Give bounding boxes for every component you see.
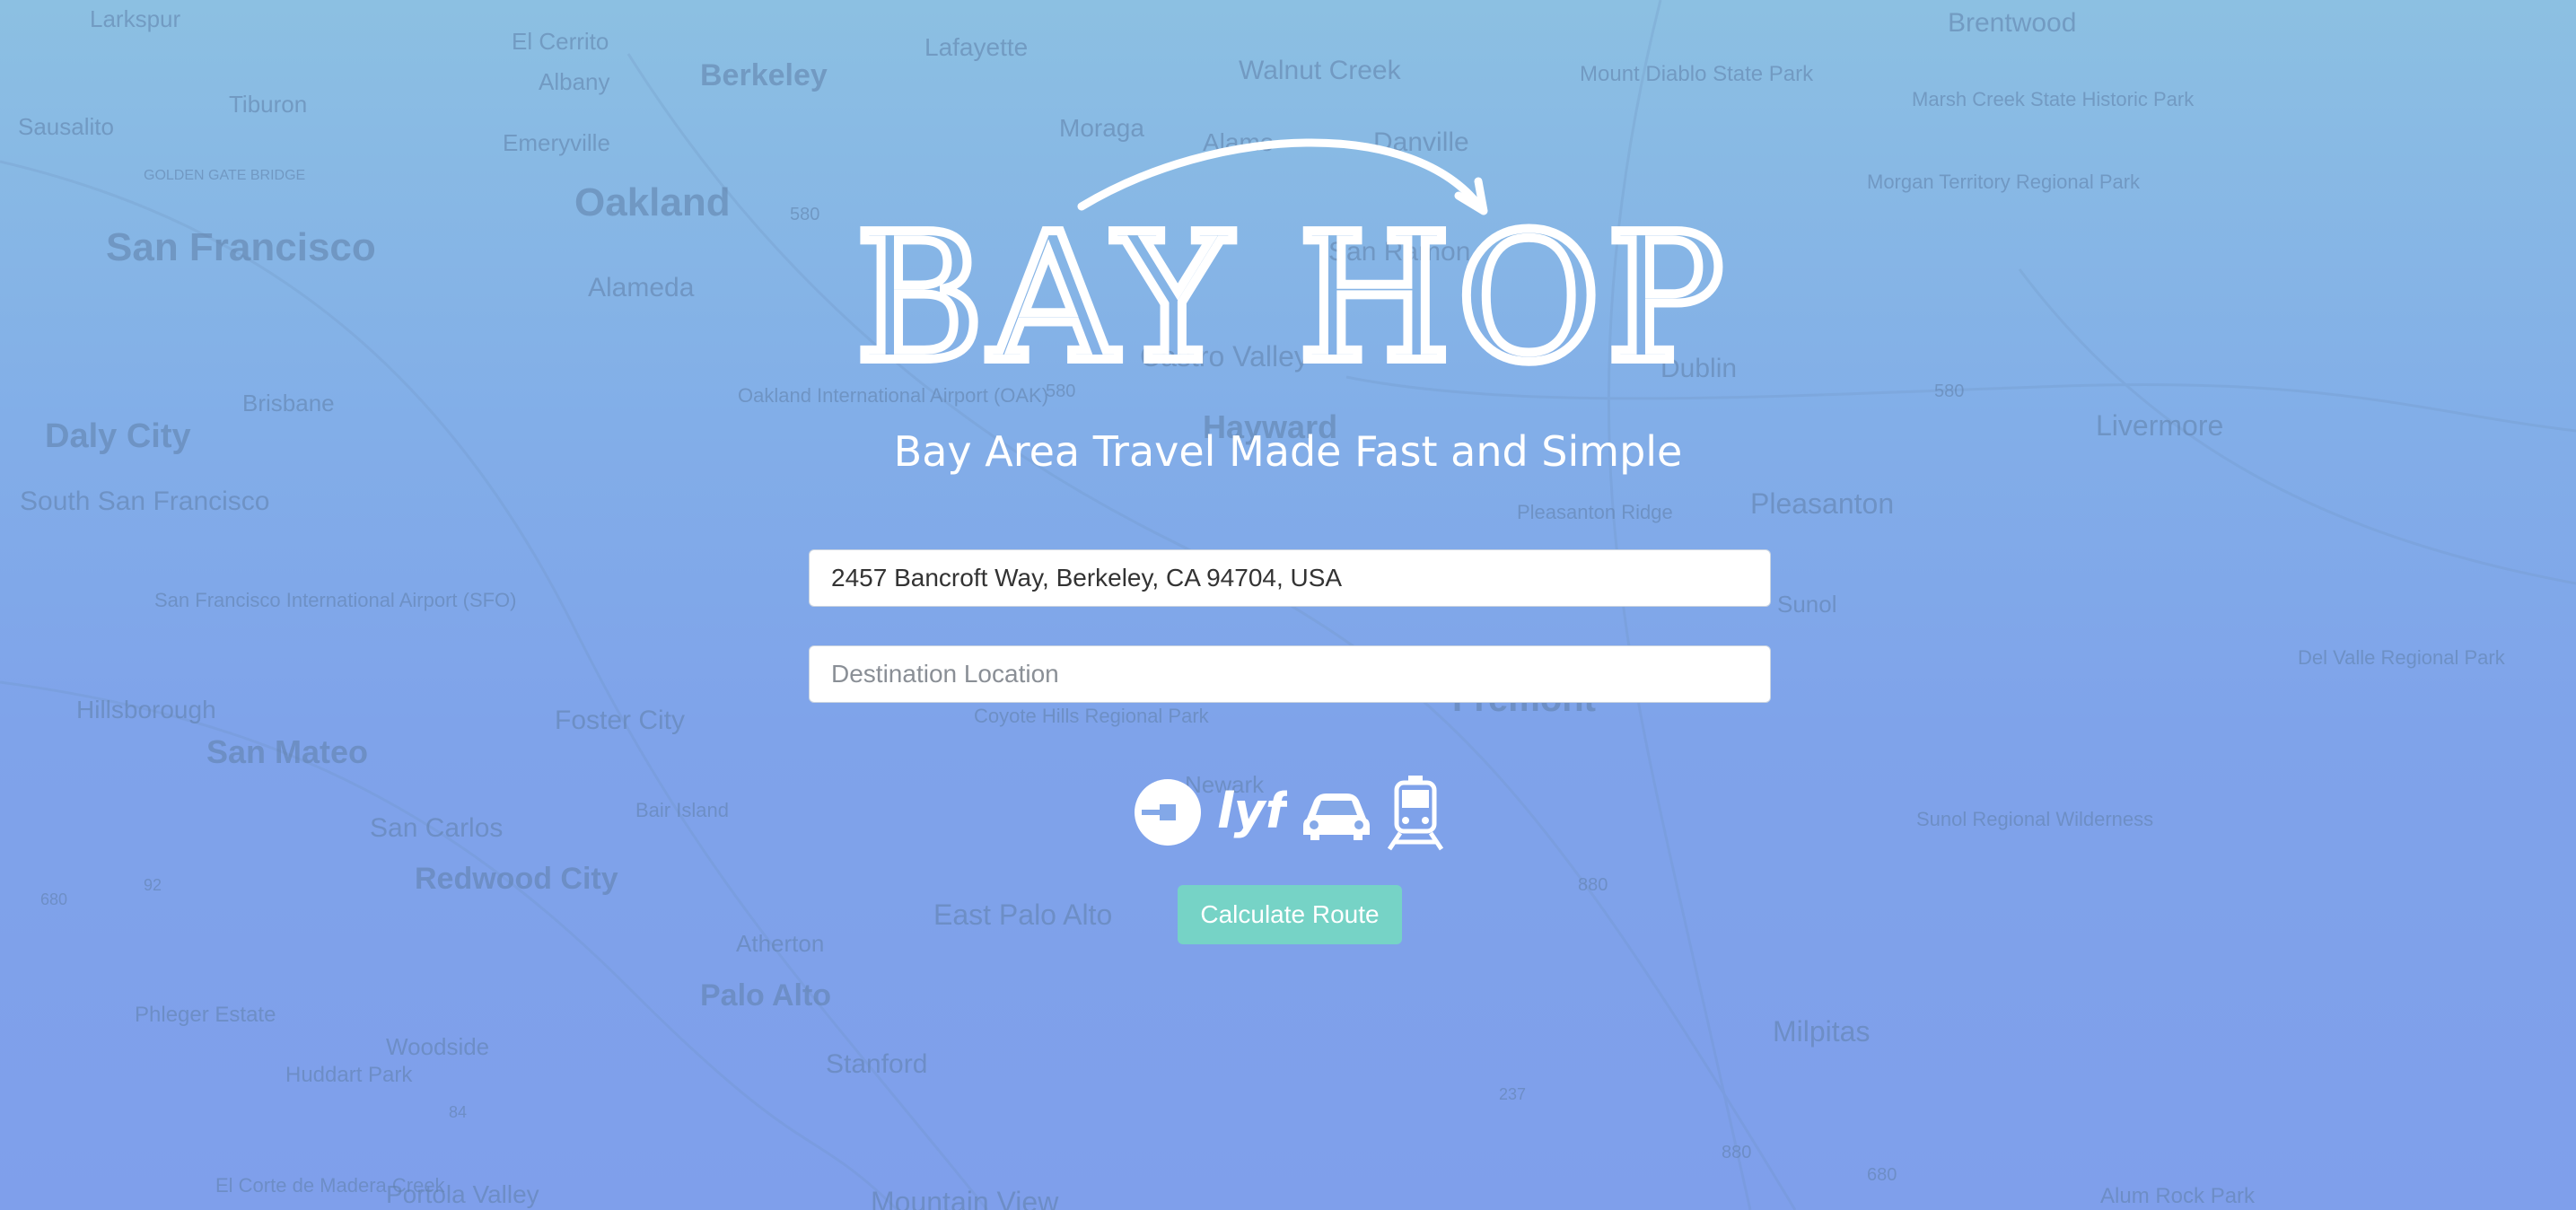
map-label: Hillsborough (76, 696, 216, 723)
map-label: Atherton (736, 930, 824, 957)
map-label: 880 (1578, 875, 1608, 895)
map-label: Foster City (555, 706, 685, 735)
map-label: San Francisco (106, 225, 376, 269)
map-label: Sausalito (18, 113, 114, 140)
map-label: 680 (40, 890, 67, 908)
travel-mode-selector: lyft (1133, 772, 1444, 853)
map-label: 580 (1934, 381, 1964, 401)
map-label: 680 (1867, 1165, 1897, 1185)
map-label: Alameda (588, 273, 695, 302)
map-label: Berkeley (700, 58, 828, 92)
map-label: South San Francisco (20, 487, 269, 516)
map-label: Bair Island (635, 799, 729, 821)
map-label: Lafayette (924, 33, 1028, 61)
map-label: Pleasanton Ridge (1517, 501, 1673, 523)
map-label: Coyote Hills Regional Park (974, 705, 1210, 727)
map-label: 237 (1499, 1085, 1526, 1103)
map-label: Brisbane (242, 390, 335, 416)
map-label: Mountain View (871, 1186, 1059, 1210)
train-mode-button[interactable] (1384, 774, 1447, 851)
map-label: Phleger Estate (135, 1003, 276, 1027)
map-label: Mount Diablo State Park (1580, 62, 1814, 86)
map-label: San Francisco International Airport (SFO… (154, 589, 517, 611)
map-label: Marsh Creek State Historic Park (1912, 88, 2195, 110)
logo-title: BAY HOP (855, 197, 1730, 401)
map-label: El Cerrito (512, 28, 609, 55)
map-label: GOLDEN GATE BRIDGE (144, 168, 305, 183)
map-label: Oakland (574, 180, 731, 224)
map-label: Huddart Park (285, 1063, 413, 1087)
car-mode-button[interactable] (1300, 781, 1371, 844)
map-label: Pleasanton (1750, 487, 1894, 520)
map-label: Morgan Territory Regional Park (1867, 171, 2141, 193)
map-label: Redwood City (415, 862, 618, 896)
map-label: Brentwood (1948, 8, 2076, 38)
bay-hop-logo: BAY HOP (851, 135, 1729, 406)
map-label: Emeryville (503, 129, 610, 156)
map-label: Palo Alto (700, 978, 831, 1013)
map-label: Stanford (826, 1049, 927, 1079)
map-label: 84 (449, 1103, 467, 1121)
map-label: Woodside (386, 1033, 489, 1060)
map-label: Sunol Regional Wilderness (1916, 808, 2153, 830)
map-label: East Palo Alto (933, 899, 1112, 931)
map-label: Albany (539, 68, 610, 95)
uber-icon (1135, 779, 1201, 846)
svg-text:lyft: lyft (1217, 783, 1287, 839)
destination-input[interactable] (809, 645, 1771, 703)
map-label: San Mateo (206, 733, 368, 770)
map-label: Walnut Creek (1239, 56, 1402, 85)
car-icon (1303, 794, 1370, 840)
uber-mode-button[interactable] (1133, 777, 1203, 847)
map-label: Tiburon (229, 91, 307, 118)
map-label: Alum Rock Park (2100, 1184, 2256, 1208)
train-icon (1387, 776, 1444, 851)
map-label: 580 (790, 205, 819, 224)
map-label: 92 (144, 876, 162, 894)
map-label: Sunol (1777, 591, 1837, 618)
map-label: Milpitas (1773, 1015, 1870, 1048)
map-label: San Carlos (370, 813, 503, 843)
lyft-icon: lyft (1217, 783, 1287, 839)
lyft-mode-button[interactable]: lyft (1215, 781, 1287, 844)
map-label: Portola Valley (386, 1180, 539, 1208)
map-label: Larkspur (90, 5, 180, 32)
calculate-route-button[interactable]: Calculate Route (1178, 885, 1402, 944)
map-label: 880 (1722, 1143, 1751, 1162)
tagline: Bay Area Travel Made Fast and Simple (893, 427, 1683, 476)
map-label: Del Valle Regional Park (2298, 646, 2506, 669)
origin-input[interactable] (809, 549, 1771, 607)
